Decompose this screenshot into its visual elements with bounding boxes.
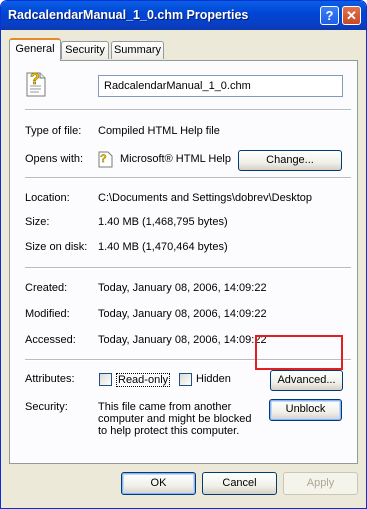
title-bar[interactable]: RadcalendarManual_1_0.chm Properties ? ✕ (1, 1, 366, 30)
advanced-button-label: Advanced... (277, 374, 336, 386)
created-value: Today, January 08, 2006, 14:09:22 (98, 282, 267, 294)
created-label: Created: (25, 282, 68, 294)
help-file-icon: ? (26, 71, 46, 97)
size-on-disk-label: Size on disk: (25, 241, 88, 253)
security-warning-text: This file came from another computer and… (98, 401, 252, 437)
accessed-label: Accessed: (25, 334, 76, 346)
type-value: Compiled HTML Help file (98, 125, 220, 137)
advanced-button[interactable]: Advanced... (270, 370, 343, 391)
close-button[interactable]: ✕ (342, 6, 361, 25)
readonly-label[interactable]: Read-only (116, 373, 171, 387)
security-label: Security: (25, 401, 68, 413)
tab-summary[interactable]: Summary (111, 41, 164, 59)
unblock-highlight-box (255, 335, 343, 370)
divider (25, 177, 351, 179)
attributes-label: Attributes: (25, 373, 75, 385)
location-value: C:\Documents and Settings\dobrev\Desktop (98, 192, 313, 204)
divider (25, 267, 351, 269)
modified-value: Today, January 08, 2006, 14:09:22 (98, 308, 267, 320)
size-label: Size: (25, 216, 50, 228)
type-label: Type of file: (25, 125, 82, 137)
apply-button[interactable]: Apply (283, 472, 358, 495)
opens-with-value: Microsoft® HTML Help (120, 153, 231, 165)
location-label: Location: (25, 192, 70, 204)
readonly-checkbox[interactable] (99, 373, 112, 386)
tab-security[interactable]: Security (61, 41, 109, 59)
svg-text:?: ? (30, 71, 40, 88)
hidden-checkbox[interactable] (179, 373, 192, 386)
html-help-icon: ? (98, 151, 113, 168)
hidden-label[interactable]: Hidden (196, 373, 231, 385)
modified-label: Modified: (25, 308, 70, 320)
change-button-label: Change... (266, 154, 314, 166)
general-panel: ? RadcalendarManual_1_0.chm Type of file… (9, 60, 358, 464)
divider (25, 109, 351, 111)
help-button[interactable]: ? (320, 6, 339, 25)
size-on-disk-value: 1.40 MB (1,470,464 bytes) (98, 241, 228, 253)
size-value: 1.40 MB (1,468,795 bytes) (98, 216, 228, 228)
opens-with-label: Opens with: (25, 153, 84, 165)
cancel-button[interactable]: Cancel (202, 472, 277, 495)
svg-text:?: ? (100, 153, 107, 165)
window-title: RadcalendarManual_1_0.chm Properties (8, 8, 249, 22)
unblock-button[interactable]: Unblock (269, 399, 342, 421)
change-button[interactable]: Change... (238, 150, 342, 171)
filename-field[interactable]: RadcalendarManual_1_0.chm (98, 75, 343, 97)
properties-dialog: RadcalendarManual_1_0.chm Properties ? ✕… (0, 0, 367, 509)
unblock-button-label: Unblock (285, 403, 326, 415)
ok-button[interactable]: OK (121, 472, 196, 495)
accessed-value: Today, January 08, 2006, 14:09:22 (98, 334, 267, 346)
tab-general[interactable]: General (9, 38, 61, 61)
